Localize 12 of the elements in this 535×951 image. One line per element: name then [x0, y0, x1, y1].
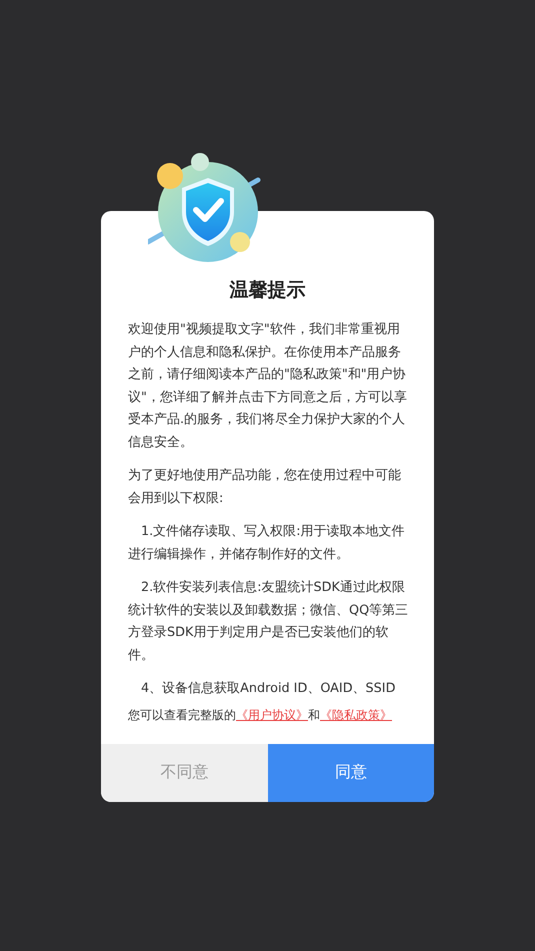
footer-text: 和 — [308, 708, 320, 722]
user-agreement-link[interactable]: 《用户协议》 — [236, 708, 308, 722]
privacy-policy-link[interactable]: 《隐私政策》 — [320, 708, 392, 722]
disagree-button[interactable]: 不同意 — [101, 744, 268, 802]
footer-text: 您可以查看完整版的 — [128, 708, 236, 722]
paragraph: 2.软件安装列表信息:友盟统计SDK通过此权限统计软件的安装以及卸载数据；微信、QQ等第三方登录SDK用于判定用户是否已安装他们的软件。 — [128, 579, 410, 664]
paragraph: 欢迎使用"视频提取文字"软件，我们非常重视用户的个人信息和隐私保护。在你使用本产品服务之前，请仔细阅读本产品的"隐私政策"和"用户协议"，您详细了解并点击下方同意之后，方可以享受本产品.的服务，我们将尽全力保护大家的个人信息安全。 — [128, 321, 408, 452]
paragraph: 1.文件储存读取、写入权限:用于读取本地文件进行编辑操作，并储存制作好的文件。 — [128, 523, 406, 564]
agree-button[interactable]: 同意 — [268, 744, 434, 802]
dialog-title: 温馨提示 — [228, 278, 306, 303]
paragraph: 4、设备信息获取Android ID、OAID、SSID — [140, 680, 396, 698]
paragraph: 为了更好地使用产品功能，您在使用过程中可能会用到以下权限: — [128, 467, 402, 508]
